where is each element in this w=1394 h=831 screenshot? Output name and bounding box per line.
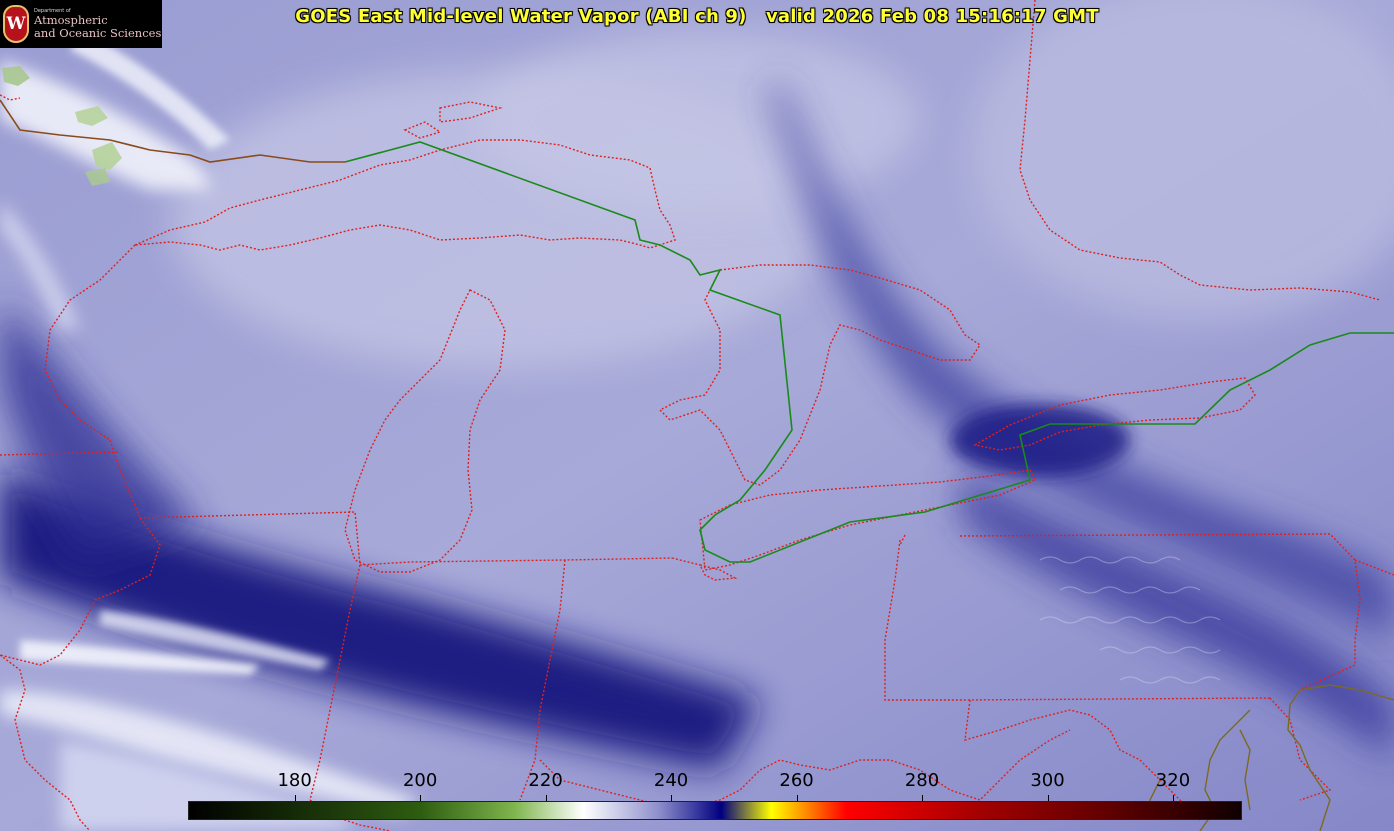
colorbar-tick-mark [545, 795, 547, 801]
colorbar-tick-mark [796, 795, 798, 801]
image-title: GOES East Mid-level Water Vapor (ABI ch … [0, 6, 1394, 27]
title-product: GOES East Mid-level Water Vapor (ABI ch … [295, 6, 747, 27]
colorbar-tick-mark [671, 795, 673, 801]
colorbar [188, 801, 1242, 820]
satellite-map [0, 0, 1394, 831]
colorbar-tick-label: 220 [528, 770, 563, 791]
colorbar-tick-label: 180 [277, 770, 312, 791]
colorbar-tick-label: 260 [779, 770, 814, 791]
colorbar-tick-label: 200 [402, 770, 438, 791]
logo-line2: and Oceanic Sciences [34, 26, 162, 40]
colorbar-tick-mark [294, 795, 296, 801]
water-vapor-imagery [0, 0, 1394, 831]
colorbar-tick-label: 320 [1155, 770, 1191, 791]
colorbar-tick-label: 240 [653, 770, 689, 791]
colorbar-tick-label: 300 [1030, 770, 1065, 791]
colorbar-tick-label: 280 [904, 770, 940, 791]
title-valid-time: valid 2026 Feb 08 15:16:17 GMT [766, 6, 1099, 27]
water-vapor-map-view: W Department of Atmospheric and Oceanic … [0, 0, 1394, 831]
colorbar-tick-mark [1047, 795, 1049, 801]
colorbar-tick-mark [420, 795, 422, 801]
colorbar-tick-mark [922, 795, 924, 801]
colorbar-tick-mark [1172, 795, 1174, 801]
